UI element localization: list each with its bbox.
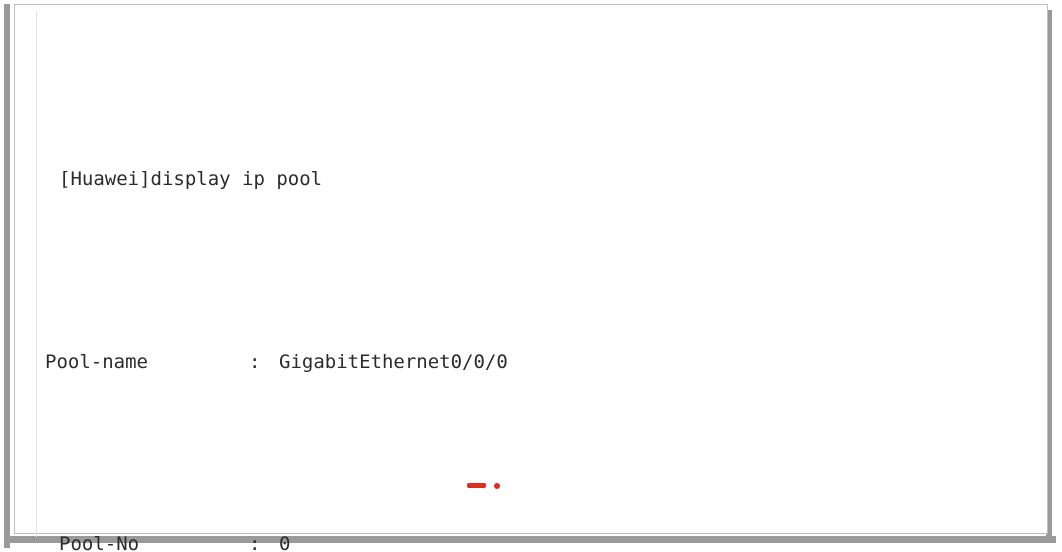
pool-no-separator: : [249,533,261,552]
terminal-screenshot: [Huawei]display ip pool Pool-name : Giga… [0,0,1062,552]
window-shadow-left [4,4,10,548]
pool-no-label: Pool-No [59,533,140,552]
console-line-pool-name: Pool-name : GigabitEthernet0/0/0 [45,344,1055,381]
prompt-text: [Huawei]display ip pool [59,168,323,190]
console-output[interactable]: [Huawei]display ip pool Pool-name : Giga… [45,15,1055,552]
console-line-pool-no: Pool-No : 0 [45,526,1055,552]
pane-inner-rule [36,11,37,537]
pool-no-value: 0 [279,533,291,552]
console-line-prompt: [Huawei]display ip pool [45,161,1055,198]
pool-name-separator: : [249,350,261,373]
terminal-pane[interactable]: [Huawei]display ip pool Pool-name : Giga… [14,4,1048,552]
pool-name-value: GigabitEthernet0/0/0 [279,350,508,373]
pool-name-label: Pool-name [45,350,148,373]
